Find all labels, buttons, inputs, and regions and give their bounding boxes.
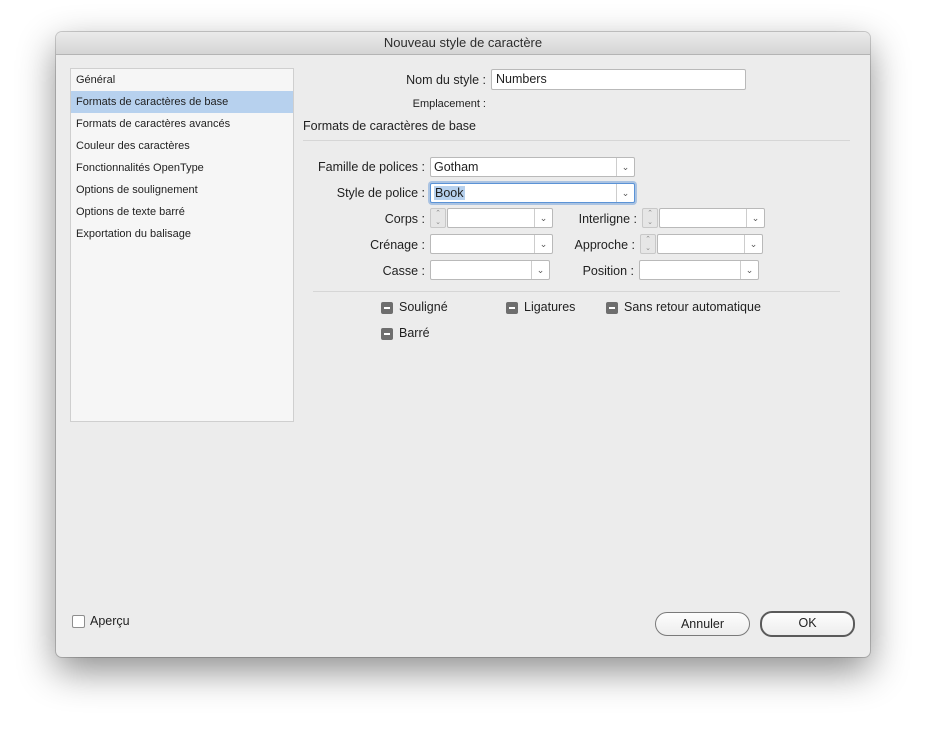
sidebar-item-strikethrough-options[interactable]: Options de texte barré bbox=[71, 201, 293, 223]
size-combo[interactable]: ⌄ bbox=[447, 208, 553, 228]
section-divider bbox=[303, 140, 850, 141]
sidebar-item-export-tagging[interactable]: Exportation du balisage bbox=[71, 223, 293, 245]
font-family-combo[interactable]: Gotham ⌄ bbox=[430, 157, 635, 177]
options-divider bbox=[313, 291, 840, 292]
chevron-down-icon[interactable]: ⌄ bbox=[534, 235, 552, 253]
chevron-down-icon[interactable]: ⌄ bbox=[744, 235, 762, 253]
sidebar-item-character-color[interactable]: Couleur des caractères bbox=[71, 135, 293, 157]
section-title: Formats de caractères de base bbox=[303, 119, 476, 133]
window-title: Nouveau style de caractère bbox=[56, 32, 870, 55]
chevron-down-icon[interactable]: ⌄ bbox=[616, 158, 634, 176]
font-family-label: Famille de polices : bbox=[318, 160, 425, 174]
font-style-combo[interactable]: Book ⌄ bbox=[430, 183, 635, 203]
chevron-down-icon[interactable]: ⌄ bbox=[740, 261, 758, 279]
strikethrough-label[interactable]: Barré bbox=[399, 326, 430, 340]
underline-checkbox[interactable] bbox=[381, 302, 393, 314]
dialog-window: Nouveau style de caractère Général Forma… bbox=[56, 32, 870, 657]
leading-combo[interactable]: ⌄ bbox=[659, 208, 765, 228]
tracking-label: Approche : bbox=[574, 238, 635, 252]
font-family-value: Gotham bbox=[434, 160, 479, 174]
size-label: Corps : bbox=[384, 212, 425, 226]
leading-stepper[interactable]: ⌃ ⌄ bbox=[642, 208, 658, 228]
sidebar-item-advanced-formats[interactable]: Formats de caractères avancés bbox=[71, 113, 293, 135]
chevron-down-icon[interactable]: ⌄ bbox=[746, 209, 764, 227]
font-style-value: Book bbox=[434, 186, 465, 200]
sidebar-item-basic-formats[interactable]: Formats de caractères de base bbox=[71, 91, 293, 113]
strikethrough-checkbox[interactable] bbox=[381, 328, 393, 340]
sidebar-item-general[interactable]: Général bbox=[71, 69, 293, 91]
no-break-checkbox[interactable] bbox=[606, 302, 618, 314]
case-combo[interactable]: ⌄ bbox=[430, 260, 550, 280]
location-label: Emplacement : bbox=[412, 98, 486, 110]
ok-button[interactable]: OK bbox=[760, 611, 855, 637]
preview-label[interactable]: Aperçu bbox=[90, 614, 130, 628]
sidebar-item-opentype[interactable]: Fonctionnalités OpenType bbox=[71, 157, 293, 179]
ligatures-label[interactable]: Ligatures bbox=[524, 300, 575, 314]
case-label: Casse : bbox=[382, 264, 425, 278]
cancel-button[interactable]: Annuler bbox=[655, 612, 750, 636]
position-label: Position : bbox=[582, 264, 634, 278]
tracking-combo[interactable]: ⌄ bbox=[657, 234, 763, 254]
kerning-label: Crénage : bbox=[370, 238, 425, 252]
tracking-stepper[interactable]: ⌃ ⌄ bbox=[640, 234, 656, 254]
leading-label: Interligne : bbox=[578, 212, 637, 226]
style-name-field[interactable]: Numbers bbox=[491, 69, 746, 90]
underline-label[interactable]: Souligné bbox=[399, 300, 448, 314]
preview-checkbox[interactable] bbox=[72, 615, 85, 628]
no-break-label[interactable]: Sans retour automatique bbox=[624, 300, 761, 314]
size-stepper[interactable]: ⌃ ⌄ bbox=[430, 208, 446, 228]
sidebar-item-underline-options[interactable]: Options de soulignement bbox=[71, 179, 293, 201]
chevron-down-icon[interactable]: ⌄ bbox=[531, 261, 549, 279]
chevron-down-icon[interactable]: ⌄ bbox=[616, 184, 634, 202]
style-name-label: Nom du style : bbox=[406, 73, 486, 87]
font-style-label: Style de police : bbox=[336, 186, 425, 200]
ligatures-checkbox[interactable] bbox=[506, 302, 518, 314]
position-combo[interactable]: ⌄ bbox=[639, 260, 759, 280]
category-list: Général Formats de caractères de base Fo… bbox=[70, 68, 294, 422]
kerning-combo[interactable]: ⌄ bbox=[430, 234, 553, 254]
chevron-down-icon[interactable]: ⌄ bbox=[534, 209, 552, 227]
